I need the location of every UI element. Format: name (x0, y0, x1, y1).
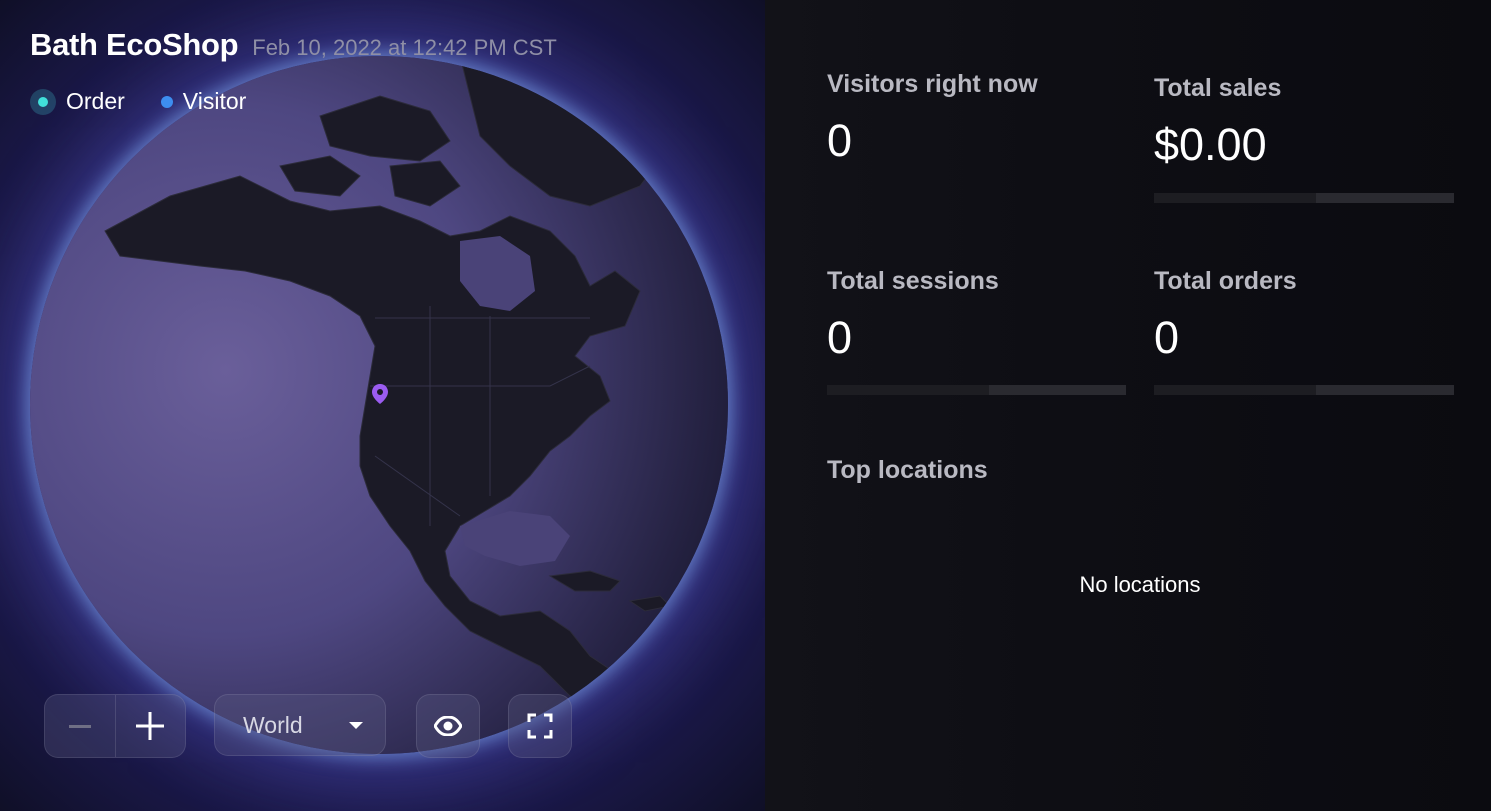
metric-sales-label: Total sales (1154, 74, 1282, 102)
zoom-control (44, 694, 186, 758)
metric-orders-label: Total orders (1154, 267, 1297, 295)
legend-order-label: Order (66, 88, 125, 114)
metrics-panel: Visitors right now 0 Total sales $0.00 T… (765, 0, 1491, 811)
header: Bath EcoShop Feb 10, 2022 at 12:42 PM CS… (30, 27, 557, 63)
sessions-sparkline-bar (827, 385, 1126, 395)
globe-panel: Bath EcoShop Feb 10, 2022 at 12:42 PM CS… (0, 0, 765, 811)
map-legend: Order Visitor (30, 88, 246, 115)
zoom-out-button[interactable] (45, 695, 116, 757)
order-dot-icon (30, 88, 56, 115)
top-locations-empty-message: No locations (1079, 572, 1201, 597)
metric-sales: Total sales $0.00 (1154, 74, 1454, 171)
metric-sessions: Total sessions 0 (827, 267, 1127, 364)
visitor-dot-icon (160, 95, 173, 108)
plus-icon (136, 712, 165, 740)
metric-visitors-label: Visitors right now (827, 70, 1038, 98)
shop-title: Bath EcoShop (30, 27, 239, 62)
toggle-visibility-button[interactable] (416, 694, 480, 758)
sales-sparkline-bar (1154, 193, 1454, 203)
region-select[interactable]: World (214, 694, 386, 756)
metric-visitors: Visitors right now 0 (827, 70, 1127, 167)
top-locations-title: Top locations (827, 456, 988, 484)
globe[interactable] (30, 56, 728, 754)
metric-sessions-label: Total sessions (827, 267, 999, 295)
zoom-in-button[interactable] (116, 695, 186, 757)
timestamp: Feb 10, 2022 at 12:42 PM CST (252, 35, 557, 60)
legend-visitor: Visitor (155, 88, 247, 115)
chevron-down-icon (349, 721, 363, 729)
metric-sessions-value: 0 (827, 312, 853, 363)
orders-sparkline-bar (1154, 385, 1454, 395)
legend-order: Order (30, 88, 125, 115)
metric-sales-value: $0.00 (1154, 119, 1267, 170)
legend-visitor-label: Visitor (182, 88, 247, 114)
region-select-value: World (243, 711, 303, 738)
metric-visitors-value: 0 (827, 115, 853, 166)
metric-orders: Total orders 0 (1154, 267, 1454, 364)
south-america-shape (609, 655, 728, 754)
eye-icon (434, 716, 462, 736)
globe-map[interactable] (30, 56, 728, 754)
fullscreen-icon (527, 713, 553, 739)
fullscreen-button[interactable] (508, 694, 572, 758)
live-view-screen: Bath EcoShop Feb 10, 2022 at 12:42 PM CS… (0, 0, 1491, 811)
minus-icon (68, 725, 91, 728)
metric-orders-value: 0 (1154, 312, 1180, 363)
